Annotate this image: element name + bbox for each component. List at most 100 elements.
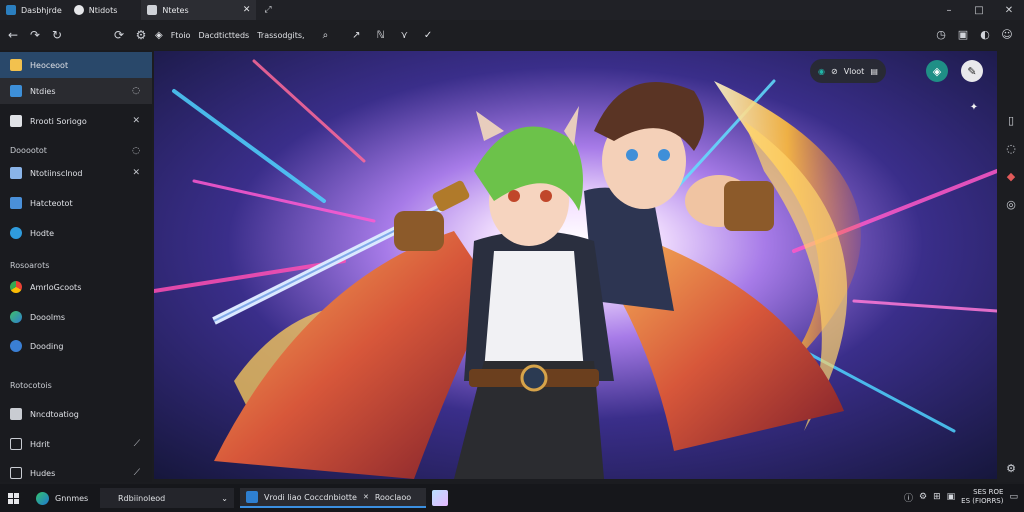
sidebar-item-label: Nncdtoatiog xyxy=(30,409,79,419)
section-header: Dooootot xyxy=(10,146,47,155)
extension-icon[interactable]: ⟳ xyxy=(108,24,130,46)
taskbar-search[interactable]: Gnnmes xyxy=(36,488,88,508)
sidebar-item-resource-2[interactable]: Dooolms xyxy=(0,304,152,330)
sidebar-item-label: Hodte xyxy=(30,228,55,238)
doc-icon xyxy=(10,197,22,209)
sidebar-toggle-icon[interactable]: ▯ xyxy=(1003,112,1019,128)
close-icon[interactable]: ✕ xyxy=(132,168,140,178)
sidebar-item-label: Ntotiinsclnod xyxy=(30,168,83,178)
resize-icon[interactable]: ⟋ xyxy=(134,468,140,478)
page-icon xyxy=(147,5,158,15)
close-window-button[interactable]: ✕ xyxy=(994,0,1024,20)
taskbar-active-label: Vrodi liao Coccdnbiotte xyxy=(264,492,357,502)
taskbar-field-label: Rdbiinoleod xyxy=(118,493,166,503)
window-icon xyxy=(10,467,22,479)
home-icon xyxy=(10,115,22,127)
right-toolbar: ◷ ▣ ◐ ☺ xyxy=(932,24,1016,44)
edit-image-button[interactable]: ✎ xyxy=(961,60,983,82)
clock[interactable]: SES ROE ES (FIORRS) xyxy=(961,488,1003,506)
site-icon: ◈ xyxy=(155,29,163,41)
system-tray: ⓘ ⚙ ⊞ ▣ SES ROE ES (FIORRS) ▭ xyxy=(904,488,1018,506)
sidebar-item-label: Heoceoot xyxy=(30,60,69,70)
minimize-button[interactable]: – xyxy=(934,0,964,20)
taskbar: Gnnmes Rdbiinoleod ⌄ Vrodi liao Coccdnbi… xyxy=(0,484,1024,512)
sidebar-item-label: Dooolms xyxy=(30,312,66,322)
sparkle-icon[interactable]: ✦ xyxy=(963,96,985,118)
games-icon[interactable]: ◎ xyxy=(1003,196,1019,212)
sidebar-item-web[interactable]: Hodte xyxy=(0,220,152,246)
address-bar[interactable]: ◈ Ftoio Dacdtictteds Trassodgits, ⌕ ↗ ℕ … xyxy=(155,24,432,46)
chat-icon[interactable]: ◌ xyxy=(132,86,140,96)
taskbar-pinned-app[interactable] xyxy=(432,488,448,508)
shopping-icon[interactable]: ◆ xyxy=(1003,168,1019,184)
sidebar-item-notes[interactable]: Ntdies ◌ xyxy=(0,78,152,104)
back-icon[interactable]: ← xyxy=(2,24,24,46)
globe-icon xyxy=(10,227,22,239)
close-icon[interactable]: ✕ xyxy=(132,116,140,126)
settings-icon[interactable]: ⚙ xyxy=(1003,460,1019,476)
sidebar: Heoceoot Ntdies ◌ Rrooti Soriogo ✕ Doooo… xyxy=(0,50,152,482)
check-icon[interactable]: ✓ xyxy=(424,30,432,41)
photo-icon[interactable]: ▣ xyxy=(947,492,956,502)
gallery-icon[interactable]: ▣ xyxy=(954,24,972,44)
sidebar-item-home[interactable]: Heoceoot xyxy=(0,52,152,78)
maximize-button[interactable]: □ xyxy=(964,0,994,20)
profile-icon[interactable]: ☺ xyxy=(998,24,1016,44)
taskbar-active-app[interactable]: Vrodi liao Coccdnbiotte ✕ Rooclaoo xyxy=(240,488,426,508)
title-bar: Dasbhjrde Ntidots Ntetes ✕ ⤢ – □ ✕ xyxy=(0,0,1024,20)
settings-icon[interactable]: ⚙ xyxy=(919,492,927,502)
lens-icon[interactable]: ⊘ xyxy=(831,67,838,76)
notification-icon[interactable]: ▭ xyxy=(1009,492,1018,502)
taskbar-search-label: Gnnmes xyxy=(55,493,89,503)
edge-icon xyxy=(36,491,49,505)
sync-icon[interactable]: ◐ xyxy=(976,24,994,44)
app-icon xyxy=(246,491,258,503)
expand-icon[interactable]: ⋎ xyxy=(401,30,408,41)
sidebar-item-recent-3[interactable]: Hudes ⟋ xyxy=(0,460,152,486)
sidebar-item-label: Dooding xyxy=(30,341,64,351)
sidebar-item-label: Hdrit xyxy=(30,439,50,449)
section-header: Rosoarots xyxy=(10,261,50,270)
sidebar-item-docs[interactable]: Hatcteotot xyxy=(0,190,152,216)
chat-icon[interactable]: ◌ xyxy=(132,146,140,156)
folder-icon xyxy=(10,59,22,71)
image-toolbar-label: Vloot xyxy=(843,66,865,76)
chevron-down-icon: ⌄ xyxy=(221,493,228,503)
tab-active[interactable]: Ntetes ✕ xyxy=(141,0,257,20)
sidebar-item-label: Rrooti Soriogo xyxy=(30,116,87,126)
close-icon[interactable]: ✕ xyxy=(243,5,251,15)
app-logo-icon xyxy=(6,5,16,15)
resize-icon[interactable]: ⟋ xyxy=(134,439,140,449)
history-icon[interactable]: ◷ xyxy=(932,24,950,44)
sidebar-item-recent-1[interactable]: Nncdtoatiog xyxy=(0,401,152,427)
close-icon[interactable]: ✕ xyxy=(363,493,369,501)
forward-icon[interactable]: ↷ xyxy=(24,24,46,46)
right-rail: ▯ ◌ ◆ ◎ ⚙ xyxy=(997,50,1024,482)
tab-notes[interactable]: Ntidots xyxy=(68,0,124,20)
sidebar-item-label: AmrloGcoots xyxy=(30,282,82,292)
new-tab-icon[interactable]: ⤢ xyxy=(264,5,271,15)
refresh-icon[interactable]: ↻ xyxy=(46,24,68,46)
tools-icon[interactable]: ⚙ xyxy=(130,24,152,46)
info-icon[interactable]: ⓘ xyxy=(904,491,913,504)
edit-icon xyxy=(10,408,22,420)
network-icon[interactable]: ⊞ xyxy=(933,492,941,502)
sidebar-item-tools[interactable]: Ntotiinsclnod ✕ xyxy=(0,160,152,186)
address-part: Trassodgits, xyxy=(257,30,305,40)
sidebar-item-resource-3[interactable]: Dooding xyxy=(0,333,152,359)
settings-icon xyxy=(10,340,22,352)
start-button[interactable] xyxy=(8,488,19,508)
sidebar-item-settings[interactable]: Rrooti Soriogo ✕ xyxy=(0,108,152,134)
taskbar-field[interactable]: Rdbiinoleod ⌄ xyxy=(100,488,234,508)
pin-icon[interactable]: ↗ xyxy=(352,30,360,41)
search-icon[interactable]: ⌕ xyxy=(323,30,329,41)
sidebar-item-recent-2[interactable]: Hdrit ⟋ xyxy=(0,431,152,457)
sidebar-item-resource-1[interactable]: AmrloGcoots xyxy=(0,274,152,300)
split-icon[interactable]: ℕ xyxy=(377,30,385,41)
chat-icon[interactable]: ◌ xyxy=(1003,140,1019,156)
image-toolbar: ◉ ⊘ Vloot ▤ xyxy=(810,59,886,83)
share-icon[interactable]: ◉ xyxy=(818,67,825,76)
image-edit-icon[interactable]: ▤ xyxy=(870,67,878,76)
visual-search-button[interactable]: ◈ xyxy=(926,60,948,82)
tab-dashboard[interactable]: Dasbhjrde xyxy=(0,0,68,20)
